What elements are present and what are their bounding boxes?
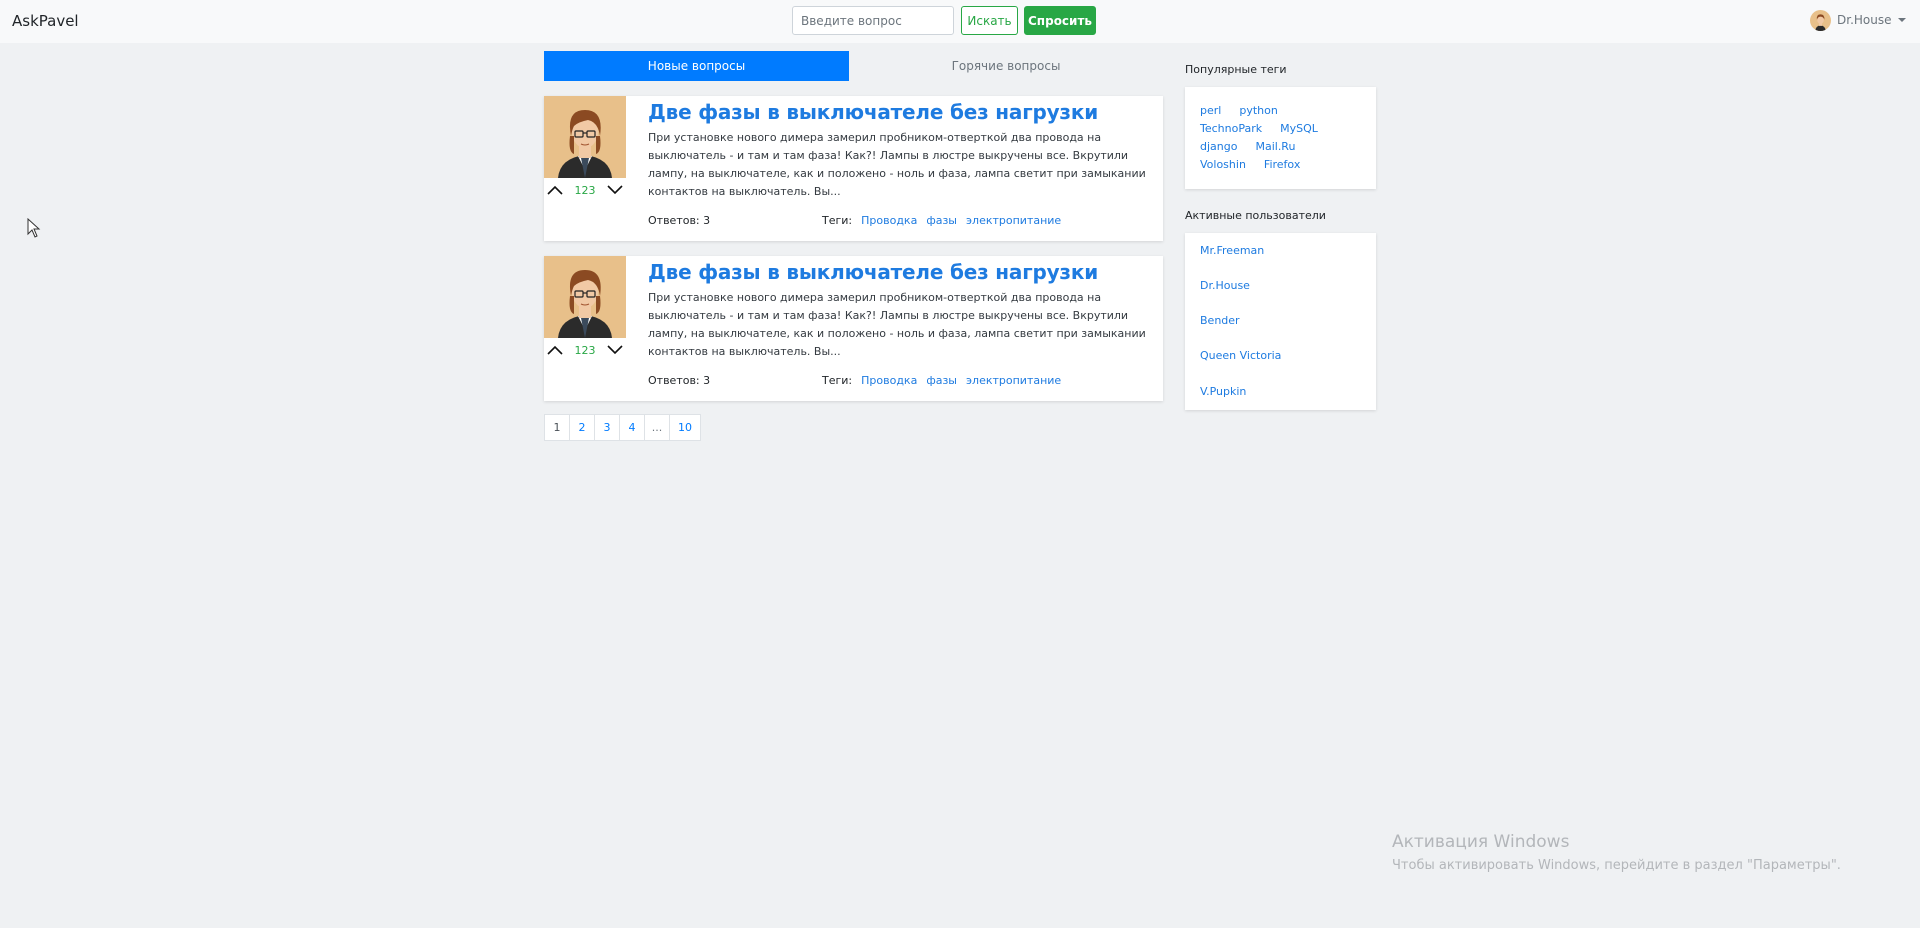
popular-tags-box: perl python TechnoPark MySQL django Mail… <box>1185 87 1376 189</box>
author-avatar[interactable] <box>544 256 626 338</box>
upvote-icon[interactable] <box>546 343 564 357</box>
author-avatar[interactable] <box>544 96 626 178</box>
active-user-link[interactable]: Bender <box>1200 314 1240 327</box>
tab-hot-questions[interactable]: Горячие вопросы <box>849 51 1163 81</box>
ask-button[interactable]: Спросить <box>1024 6 1096 35</box>
tag-row: perl python <box>1200 104 1278 117</box>
downvote-icon[interactable] <box>606 183 624 197</box>
page-link-10[interactable]: 10 <box>669 414 701 441</box>
popular-tag[interactable]: Voloshin <box>1200 158 1246 171</box>
popular-tag[interactable]: python <box>1239 104 1277 117</box>
question-title[interactable]: Две фазы в выключателе без нагрузки <box>648 260 1098 284</box>
tag-row: TechnoPark MySQL <box>1200 122 1318 135</box>
answers-count: Ответов: 3 <box>648 374 711 387</box>
active-users-box: Mr.Freeman Dr.House Bender Queen Victori… <box>1185 233 1376 410</box>
answers-count: Ответов: 3 <box>648 214 711 227</box>
popular-tag[interactable]: Firefox <box>1264 158 1300 171</box>
popular-tag[interactable]: perl <box>1200 104 1221 117</box>
tag-row: Voloshin Firefox <box>1200 158 1300 171</box>
question-tags: Теги: Проводка фазы электропитание <box>822 214 1061 227</box>
tag-link[interactable]: фазы <box>926 374 957 387</box>
question-title[interactable]: Две фазы в выключателе без нагрузки <box>648 100 1098 124</box>
tag-row: django Mail.Ru <box>1200 140 1295 153</box>
brand-logo[interactable]: AskPavel <box>12 12 79 30</box>
tag-link[interactable]: Проводка <box>861 214 917 227</box>
tag-link[interactable]: фазы <box>926 214 957 227</box>
question-tags: Теги: Проводка фазы электропитание <box>822 374 1061 387</box>
tag-link[interactable]: Проводка <box>861 374 917 387</box>
popular-tag[interactable]: Mail.Ru <box>1255 140 1295 153</box>
search-input[interactable] <box>792 6 954 35</box>
tag-link[interactable]: электропитание <box>966 214 1061 227</box>
vote-count: 123 <box>574 343 596 357</box>
pagination: 1 2 3 4 ... 10 <box>544 414 701 441</box>
activation-watermark-title: Активация Windows <box>1392 832 1570 852</box>
tags-label: Теги: <box>822 374 853 387</box>
user-name: Dr.House <box>1837 13 1892 27</box>
active-user-link[interactable]: Queen Victoria <box>1200 349 1281 362</box>
vote-control: 123 <box>544 340 626 360</box>
page-ellipsis: ... <box>644 414 670 441</box>
active-user-link[interactable]: Dr.House <box>1200 279 1250 292</box>
popular-tag[interactable]: django <box>1200 140 1237 153</box>
popular-tags-title: Популярные теги <box>1185 63 1287 76</box>
dropdown-caret-icon <box>1897 18 1906 22</box>
mouse-cursor-icon <box>27 217 41 242</box>
downvote-icon[interactable] <box>606 343 624 357</box>
search-button[interactable]: Искать <box>961 6 1018 35</box>
tags-label: Теги: <box>822 214 853 227</box>
page-link-1[interactable]: 1 <box>544 414 570 441</box>
page-link-4[interactable]: 4 <box>619 414 645 441</box>
question-text: При установке нового димера замерил проб… <box>648 291 1146 358</box>
question-card: 123 Две фазы в выключателе без нагрузки … <box>544 96 1163 241</box>
tab-new-questions[interactable]: Новые вопросы <box>544 51 849 81</box>
vote-count: 123 <box>574 183 596 197</box>
navbar: AskPavel Искать Спросить Dr.House <box>0 0 1920 43</box>
question-text: При установке нового димера замерил проб… <box>648 131 1146 198</box>
user-avatar-icon <box>1810 9 1831 31</box>
active-user-link[interactable]: V.Pupkin <box>1200 385 1246 398</box>
vote-control: 123 <box>544 180 626 200</box>
question-card: 123 Две фазы в выключателе без нагрузки … <box>544 256 1163 401</box>
question-tabs: Новые вопросы Горячие вопросы <box>544 51 1163 81</box>
popular-tag[interactable]: MySQL <box>1280 122 1318 135</box>
popular-tag[interactable]: TechnoPark <box>1200 122 1262 135</box>
active-users-title: Активные пользователи <box>1185 209 1326 222</box>
user-menu[interactable]: Dr.House <box>1810 9 1906 31</box>
page-link-2[interactable]: 2 <box>569 414 595 441</box>
page-link-3[interactable]: 3 <box>594 414 620 441</box>
tag-link[interactable]: электропитание <box>966 374 1061 387</box>
active-user-link[interactable]: Mr.Freeman <box>1200 244 1264 257</box>
upvote-icon[interactable] <box>546 183 564 197</box>
activation-watermark-subtitle: Чтобы активировать Windows, перейдите в … <box>1392 858 1841 873</box>
